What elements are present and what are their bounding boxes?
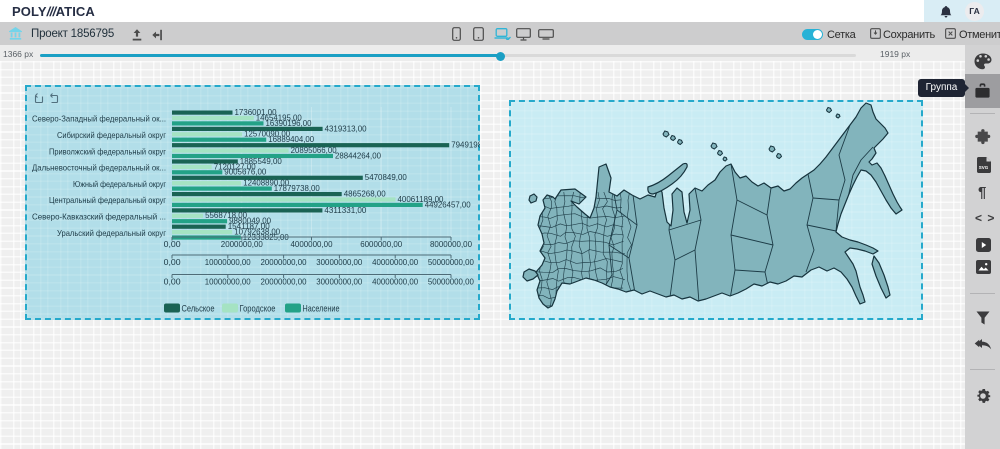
svg-text:44926457,00: 44926457,00 xyxy=(425,199,471,209)
svg-text:5470849,00: 5470849,00 xyxy=(365,172,407,182)
svg-text:Центральный федеральный округ: Центральный федеральный округ xyxy=(49,195,166,205)
svg-text:30000000,00: 30000000,00 xyxy=(316,277,362,287)
svg-text:9005676,00: 9005676,00 xyxy=(224,167,266,177)
svg-text:Северо-Кавказский федеральный: Северо-Кавказский федеральный ... xyxy=(32,212,166,222)
svg-text:Городское: Городское xyxy=(240,304,276,314)
svg-text:16889404,00: 16889404,00 xyxy=(268,134,314,144)
svg-text:10000000,00: 10000000,00 xyxy=(205,277,251,287)
svg-text:4865268,00: 4865268,00 xyxy=(344,189,386,199)
svg-text:7949198,00: 7949198,00 xyxy=(451,140,480,150)
svg-text:16390196,00: 16390196,00 xyxy=(266,118,312,128)
svg-text:20000000,00: 20000000,00 xyxy=(261,277,307,287)
svg-text:4000000,00: 4000000,00 xyxy=(291,239,333,249)
svg-text:Приволжский федеральный округ: Приволжский федеральный округ xyxy=(49,146,166,156)
svg-text:20000000,00: 20000000,00 xyxy=(261,257,307,267)
svg-text:0,00: 0,00 xyxy=(164,257,181,267)
svg-text:30000000,00: 30000000,00 xyxy=(316,257,362,267)
svg-text:0,00: 0,00 xyxy=(164,239,181,249)
svg-text:17879738,00: 17879738,00 xyxy=(274,183,320,193)
svg-text:Северо-Западный федеральный ок: Северо-Западный федеральный ок... xyxy=(32,114,166,124)
svg-text:40000000,00: 40000000,00 xyxy=(372,277,418,287)
svg-text:2000000,00: 2000000,00 xyxy=(221,239,263,249)
svg-text:6000000,00: 6000000,00 xyxy=(360,239,402,249)
svg-text:Сибирский федеральный округ: Сибирский федеральный округ xyxy=(57,130,166,140)
svg-text:SVG: SVG xyxy=(979,165,989,170)
svg-text:Уральский федеральный округ: Уральский федеральный округ xyxy=(57,228,166,238)
svg-text:0,00: 0,00 xyxy=(164,277,181,287)
svg-text:Дальневосточный федеральный ок: Дальневосточный федеральный ок... xyxy=(32,163,166,173)
svg-text:8000000,00: 8000000,00 xyxy=(430,239,472,249)
svg-text:40000000,00: 40000000,00 xyxy=(372,257,418,267)
svg-text:50000000,00: 50000000,00 xyxy=(428,257,474,267)
svg-text:10000000,00: 10000000,00 xyxy=(205,257,251,267)
svg-text:Сельское: Сельское xyxy=(182,304,215,314)
svg-text:4311331,00: 4311331,00 xyxy=(324,205,366,215)
svg-text:Население: Население xyxy=(303,304,340,314)
svg-text:28844264,00: 28844264,00 xyxy=(335,150,381,160)
svg-text:4319313,00: 4319313,00 xyxy=(325,123,367,133)
svg-text:20895066,00: 20895066,00 xyxy=(291,145,337,155)
svg-text:Южный федеральный округ: Южный федеральный округ xyxy=(73,179,166,189)
svg-text:50000000,00: 50000000,00 xyxy=(428,277,474,287)
